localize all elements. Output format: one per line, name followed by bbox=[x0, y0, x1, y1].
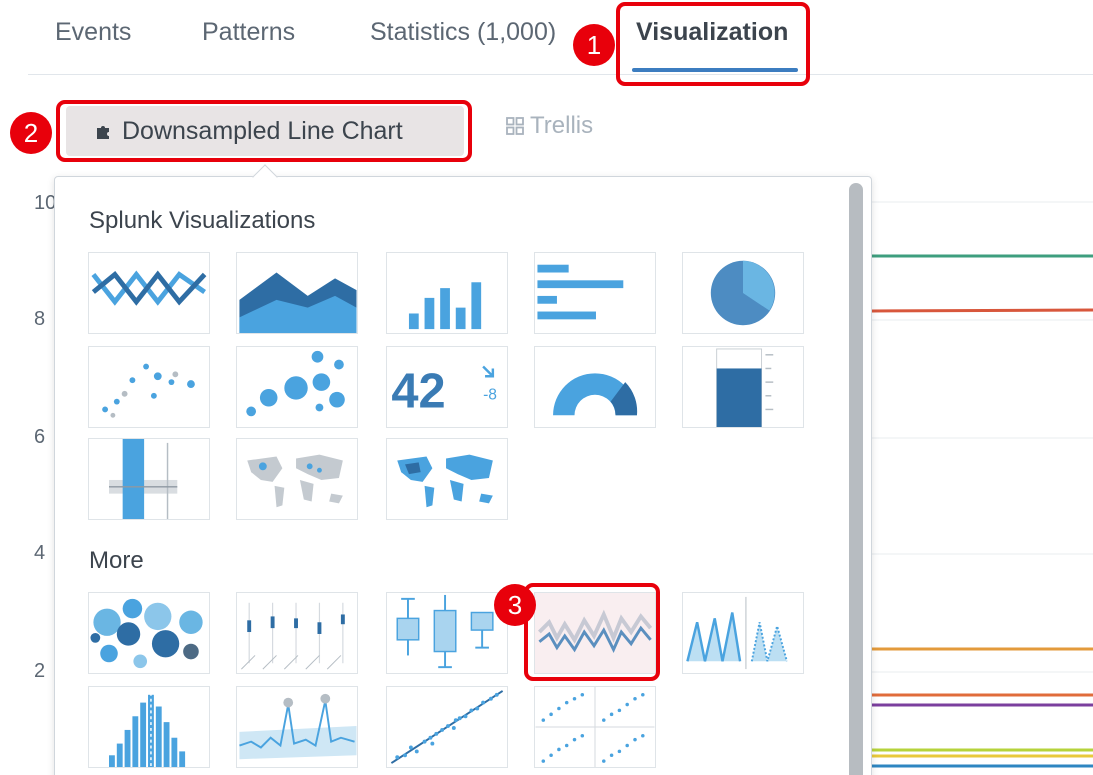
callout-badge: 3 bbox=[494, 584, 536, 626]
callout-badge: 2 bbox=[10, 112, 52, 154]
series-line bbox=[871, 308, 1093, 313]
svg-text:42: 42 bbox=[391, 364, 445, 418]
radial-gauge-icon[interactable] bbox=[534, 346, 656, 428]
area-chart-icon[interactable] bbox=[236, 252, 358, 334]
parallel-coordinates-icon[interactable] bbox=[236, 592, 358, 674]
section-title-more: More bbox=[89, 547, 144, 574]
callout-box-visualization-tab bbox=[616, 2, 810, 86]
scrollbar[interactable] bbox=[849, 183, 863, 775]
filler-gauge-icon[interactable] bbox=[682, 346, 804, 428]
marker-gauge-icon[interactable] bbox=[88, 438, 210, 520]
callout-box-downsampled-line bbox=[524, 583, 660, 681]
tab-patterns[interactable]: Patterns bbox=[202, 18, 295, 47]
tab-bar: Events Patterns Statistics (1,000) Visua… bbox=[0, 0, 1093, 76]
cluster-map-icon[interactable] bbox=[236, 438, 358, 520]
svg-text:-8: -8 bbox=[483, 387, 497, 404]
horizon-chart-icon[interactable] bbox=[682, 592, 804, 674]
tab-statistics[interactable]: Statistics (1,000) bbox=[370, 18, 556, 47]
trellis-button[interactable]: Trellis bbox=[506, 112, 593, 140]
histogram-icon[interactable] bbox=[88, 686, 210, 768]
line-chart-icon[interactable] bbox=[88, 252, 210, 334]
tab-divider bbox=[28, 74, 1093, 75]
packed-bubble-icon[interactable] bbox=[88, 592, 210, 674]
grid-icon bbox=[506, 117, 524, 135]
outlier-chart-icon[interactable] bbox=[236, 686, 358, 768]
scatter-chart-icon[interactable] bbox=[88, 346, 210, 428]
tab-events[interactable]: Events bbox=[55, 18, 131, 47]
callout-badge: 1 bbox=[573, 24, 615, 66]
pie-chart-icon[interactable] bbox=[682, 252, 804, 334]
bubble-chart-icon[interactable] bbox=[236, 346, 358, 428]
section-title-splunk: Splunk Visualizations bbox=[89, 207, 316, 234]
callout-box-viz-type bbox=[56, 100, 472, 162]
box-plot-icon[interactable] bbox=[386, 592, 508, 674]
column-chart-icon[interactable] bbox=[386, 252, 508, 334]
scatter-line-icon[interactable] bbox=[386, 686, 508, 768]
choropleth-map-icon[interactable] bbox=[386, 438, 508, 520]
trellis-label: Trellis bbox=[530, 112, 594, 139]
bar-chart-icon[interactable] bbox=[534, 252, 656, 334]
single-value-icon[interactable]: 42 -8 bbox=[386, 346, 508, 428]
visualization-picker: Splunk Visualizations 42 -8 More bbox=[54, 176, 872, 775]
scatterplot-matrix-icon[interactable] bbox=[534, 686, 656, 768]
